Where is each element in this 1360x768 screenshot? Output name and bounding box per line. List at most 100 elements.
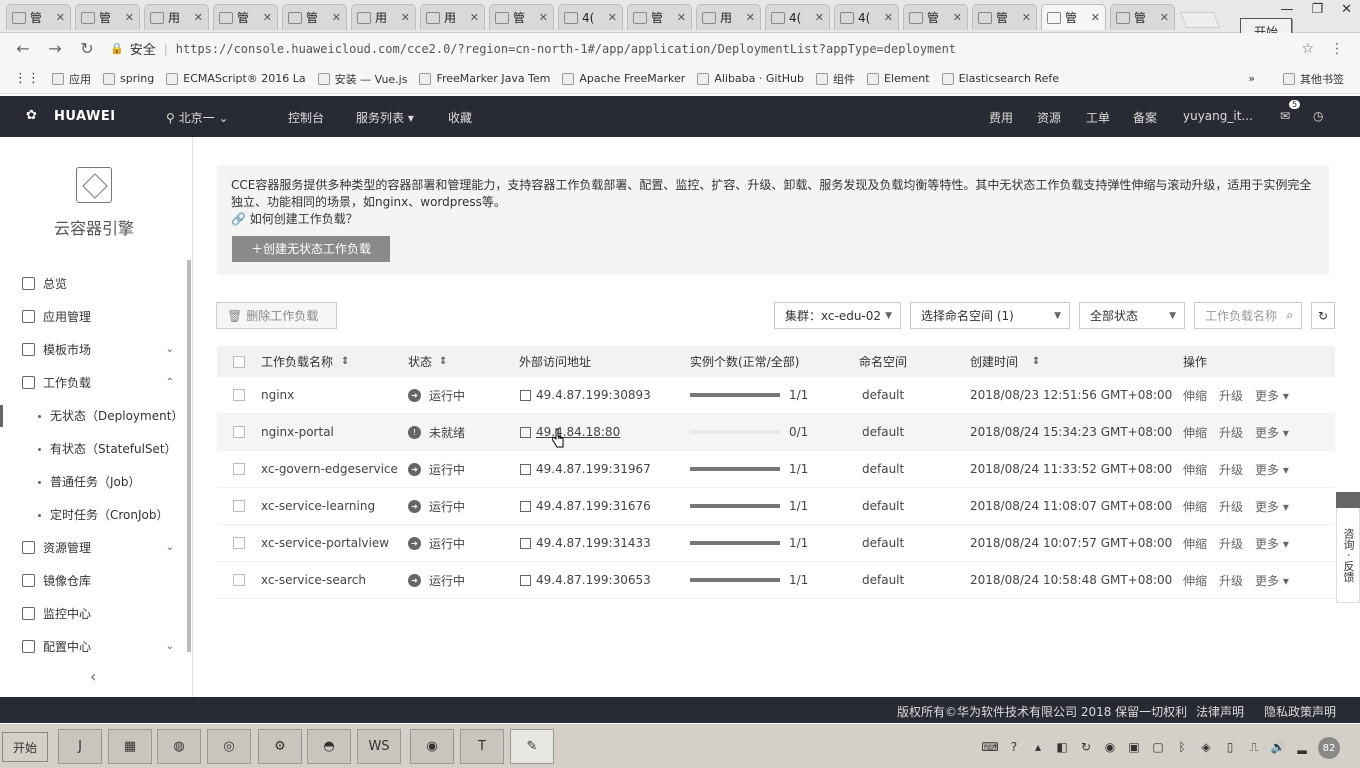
copy-icon[interactable] (520, 463, 531, 475)
row-checkbox[interactable] (233, 426, 245, 438)
taskbar-app-button[interactable]: ◓ (307, 729, 351, 764)
browser-tab[interactable]: 管 ✕ (75, 4, 140, 30)
close-tab-icon[interactable]: ✕ (677, 11, 686, 24)
nav-tickets[interactable]: 工单 (1086, 109, 1110, 126)
more-actions-button[interactable]: 更多 ▾ (1255, 498, 1289, 515)
column-header[interactable]: 工作负载名称 (261, 353, 333, 370)
browser-tab[interactable]: 4(✕ (834, 4, 899, 30)
row-checkbox[interactable] (233, 574, 245, 586)
clock-icon[interactable]: ◷ (1313, 109, 1323, 123)
more-actions-button[interactable]: 更多 ▾ (1255, 535, 1289, 552)
browser-tab[interactable]: 管 ✕ (1041, 4, 1106, 30)
volume-icon[interactable]: 🔊 (1270, 739, 1286, 755)
new-tab-button[interactable] (1180, 12, 1220, 28)
select-all-checkbox[interactable] (233, 355, 245, 368)
close-tab-icon[interactable]: ✕ (815, 11, 824, 24)
browser-tab[interactable]: 管 ✕ (213, 4, 278, 30)
upgrade-button[interactable]: 升级 (1219, 461, 1243, 478)
apps-grid-icon[interactable]: ⋮⋮ (14, 71, 40, 86)
reload-icon[interactable]: ↻ (78, 39, 96, 58)
scale-button[interactable]: 伸缩 (1183, 498, 1207, 515)
sidebar-item[interactable]: 总览 (0, 267, 186, 300)
close-tab-icon[interactable]: ✕ (401, 11, 410, 24)
privacy-link[interactable]: 隐私政策声明 (1264, 703, 1336, 720)
access-address[interactable]: 49.4.87.199:30653 (520, 573, 651, 587)
sidebar-item[interactable]: 普通任务（Job） (0, 465, 186, 498)
camera-icon[interactable]: ◉ (1102, 739, 1118, 755)
sort-icon[interactable]: ⇕ (1032, 356, 1040, 367)
upgrade-button[interactable]: 升级 (1219, 424, 1243, 441)
upgrade-button[interactable]: 升级 (1219, 387, 1243, 404)
close-tab-icon[interactable]: ✕ (194, 11, 203, 24)
keyboard-icon[interactable]: ⌨ (981, 739, 998, 755)
taskbar-app-button[interactable]: WS (357, 729, 401, 764)
search-input[interactable]: 工作负载名称 ⌕ (1194, 302, 1302, 329)
scale-button[interactable]: 伸缩 (1183, 461, 1207, 478)
close-tab-icon[interactable]: ✕ (746, 11, 755, 24)
cluster-select[interactable]: 集群：xc-edu-02 ▼ (774, 302, 901, 329)
url-field[interactable]: https://console.huaweicloud.com/cce2.0/?… (176, 42, 956, 56)
browser-tab[interactable]: 管 ✕ (903, 4, 968, 30)
scale-button[interactable]: 伸缩 (1183, 387, 1207, 404)
taskbar-app-button[interactable]: ▦ (108, 729, 152, 764)
column-header[interactable]: 状态 (408, 353, 432, 370)
close-tab-icon[interactable]: ✕ (884, 11, 893, 24)
sort-icon[interactable]: ⇕ (439, 356, 447, 367)
row-checkbox[interactable] (233, 537, 245, 549)
more-actions-button[interactable]: 更多 ▾ (1255, 424, 1289, 441)
sidebar-item[interactable]: 有状态（StatefulSet） (0, 432, 186, 465)
usb-icon[interactable]: ⎍ (1246, 739, 1262, 755)
row-checkbox[interactable] (233, 463, 245, 475)
nav-console[interactable]: 控制台 (288, 109, 324, 126)
upgrade-button[interactable]: 升级 (1219, 498, 1243, 515)
browser-tab[interactable]: 用 ✕ (420, 4, 485, 30)
bookmark-item[interactable]: Apache FreeMarker (562, 71, 685, 87)
bookmark-item[interactable]: 组件 (816, 71, 855, 87)
sidebar-scrollbar[interactable] (187, 260, 191, 652)
start-button[interactable]: 开始 (2, 732, 48, 762)
browser-tab[interactable]: 管 ✕ (489, 4, 554, 30)
upgrade-button[interactable]: 升级 (1219, 535, 1243, 552)
copy-icon[interactable] (520, 500, 531, 512)
star-icon[interactable]: ☆ (1301, 41, 1314, 57)
close-tab-icon[interactable]: ✕ (1022, 11, 1031, 24)
copy-icon[interactable] (520, 389, 531, 401)
close-tab-icon[interactable]: ✕ (56, 11, 65, 24)
user-menu[interactable]: yuyang_it... (1183, 109, 1253, 123)
sidebar-item[interactable]: 无状态（Deployment） (0, 399, 186, 432)
access-address[interactable]: 49.4.87.199:30893 (520, 388, 651, 402)
menu-icon[interactable]: ⋮ (1330, 41, 1344, 57)
restore-icon[interactable]: ❐ (1311, 2, 1323, 17)
feedback-tab[interactable]: 咨询 · 反馈 (1336, 492, 1360, 603)
network-icon[interactable]: ◧ (1054, 739, 1070, 755)
legal-link[interactable]: 法律声明 (1196, 703, 1244, 720)
workload-name[interactable]: nginx (261, 388, 294, 402)
create-deployment-button[interactable]: ＋ 创建无状态工作负载 (232, 236, 390, 262)
access-address[interactable]: 49.4.87.199:31676 (520, 499, 651, 513)
browser-tab[interactable]: 管 ✕ (972, 4, 1037, 30)
taskbar-app-button[interactable]: T (460, 729, 504, 764)
more-actions-button[interactable]: 更多 ▾ (1255, 461, 1289, 478)
scale-button[interactable]: 伸缩 (1183, 535, 1207, 552)
forward-icon[interactable]: → (46, 39, 64, 58)
bookmark-item[interactable]: Element (867, 71, 930, 87)
sync-icon[interactable]: ↻ (1078, 739, 1094, 755)
bookmark-item[interactable]: spring (103, 71, 154, 87)
collapse-sidebar-icon[interactable]: ‹ (90, 667, 96, 686)
nav-services[interactable]: 服务列表 ▾ (356, 109, 414, 126)
bookmark-item[interactable]: 安装 — Vue.js (317, 71, 407, 87)
row-checkbox[interactable] (233, 389, 245, 401)
copy-icon[interactable] (520, 426, 531, 438)
back-icon[interactable]: ← (14, 39, 32, 58)
workload-name[interactable]: xc-govern-edgeservice (261, 462, 398, 476)
nav-favorites[interactable]: 收藏 (448, 109, 472, 126)
battery-icon[interactable]: ▯ (1222, 739, 1238, 755)
close-tab-icon[interactable]: ✕ (470, 11, 479, 24)
region-selector[interactable]: ⚲ 北京一 ⌄ (166, 109, 229, 126)
other-bookmarks[interactable]: 其他书签 (1283, 71, 1344, 87)
sidebar-item[interactable]: 监控中心 (0, 597, 186, 630)
bluetooth-icon[interactable]: ᛒ (1174, 739, 1190, 755)
close-tab-icon[interactable]: ✕ (1091, 11, 1100, 24)
taskbar-app-button[interactable]: ◎ (207, 729, 251, 764)
close-tab-icon[interactable]: ✕ (608, 11, 617, 24)
